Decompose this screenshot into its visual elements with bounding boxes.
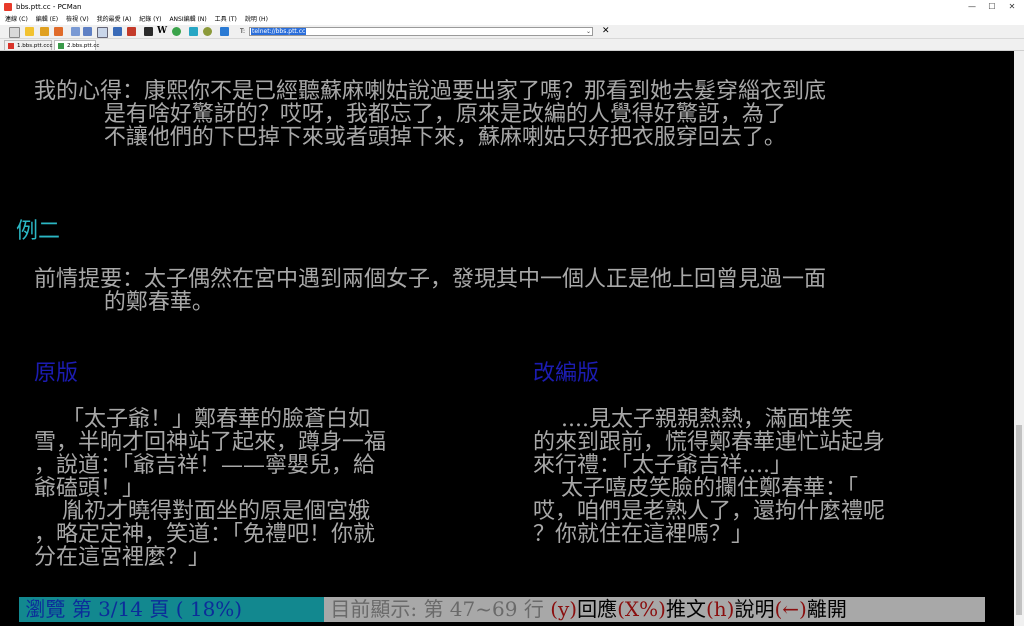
text-line: 是有啥好驚訝的？哎呀，我都忘了，原來是改編的人覺得好驚訝，為了 <box>20 102 786 127</box>
column-heading-adapted: 改編版 <box>533 361 600 386</box>
address-value: telnet://bbs.ptt.cc <box>251 28 307 35</box>
menu-bar: 連線 (C) 編輯 (E) 檢視 (V) 我的最愛 (A) 紀錄 (Y) ANS… <box>0 14 1024 25</box>
connected-icon <box>58 43 64 49</box>
settings-icon[interactable] <box>113 27 122 36</box>
plugin-icon[interactable] <box>172 27 181 36</box>
text-line: 來行禮：「太子爺吉祥....」 <box>533 453 792 478</box>
fullscreen-icon[interactable] <box>144 27 153 36</box>
menu-tools[interactable]: 工具 (T) <box>215 14 237 25</box>
gear-icon[interactable] <box>203 27 212 36</box>
push-key[interactable]: (X%) <box>617 597 666 621</box>
text-line: 太子嘻皮笑臉的攔住鄭春華：「 <box>533 476 858 501</box>
text-line: ....見太子親親熱熱，滿面堆笑 <box>533 407 853 432</box>
section-heading: 例二 <box>9 219 60 244</box>
text-line: 哎，咱們是老熟人了，還拘什麼禮呢 <box>533 499 886 524</box>
copy-icon[interactable] <box>71 27 80 36</box>
text-line: ，略定定神，笑道：「免禮吧！你就 <box>20 522 375 547</box>
maximize-button[interactable]: ☐ <box>982 0 1002 14</box>
text-line: 前情提要：太子偶然在宮中遇到兩個女子，發現其中一個人正是他上回曾見過一面 <box>20 267 826 292</box>
tab-2[interactable]: 2.bbs.ptt.cc <box>54 40 100 50</box>
help-label: 說明 <box>734 597 775 621</box>
scrollbar-thumb[interactable] <box>1016 425 1022 615</box>
leave-label: 離開 <box>806 597 847 621</box>
text-line: 不讓他們的下巴掉下來或者頭掉下來，蘇麻喇姑只好把衣服穿回去了。 <box>20 125 786 150</box>
page-indicator: 瀏覽 第 3/14 頁 ( 18%) <box>19 597 324 622</box>
status-bar: 瀏覽 第 3/14 頁 ( 18%) 目前顯示: 第 47~69 行 (y)回應… <box>19 597 985 622</box>
vertical-scrollbar[interactable] <box>1014 51 1024 626</box>
tab-bar: 1.bbs.ptt.ccc 2.bbs.ptt.cc <box>0 39 1024 51</box>
tab-label: 2.bbs.ptt.cc <box>67 43 100 49</box>
terminal-screen[interactable]: 我的心得：康熙你不是已經聽蘇麻喇姑說過要出家了嗎？那看到她去髮穿緇衣到底 是有啥… <box>0 51 1014 626</box>
paste-icon[interactable] <box>83 27 92 36</box>
window-title: bbs.ptt.cc - PCMan <box>16 3 82 11</box>
push-label: 推文 <box>665 597 706 621</box>
close-icon[interactable]: ✕ <box>602 25 610 38</box>
reply-label: 回應 <box>577 597 618 621</box>
disconnected-icon <box>8 43 14 49</box>
text-line: 的鄭春華。 <box>20 290 214 315</box>
title-bar: bbs.ptt.cc - PCMan — ☐ ✕ <box>0 0 1024 15</box>
wikipedia-icon[interactable]: W <box>157 25 167 38</box>
menu-favorites[interactable]: 我的最愛 (A) <box>97 14 132 25</box>
help-key[interactable]: (h) <box>706 597 735 621</box>
address-input[interactable]: telnet://bbs.ptt.cc ⌄ <box>249 27 593 36</box>
close-window-button[interactable]: ✕ <box>1002 0 1022 14</box>
tab-1[interactable]: 1.bbs.ptt.ccc <box>4 40 52 50</box>
ansi-color-icon[interactable] <box>127 27 136 36</box>
status-commands: 目前顯示: 第 47~69 行 (y)回應(X%)推文(h)說明(←)離開 <box>324 597 985 622</box>
menu-edit[interactable]: 編輯 (E) <box>36 14 58 25</box>
text-line: 胤礽才曉得對面坐的原是個宮娥 <box>20 499 370 524</box>
minimize-button[interactable]: — <box>962 0 982 14</box>
copy-ansi-icon[interactable] <box>97 27 108 38</box>
menu-help[interactable]: 說明 (H) <box>245 14 268 25</box>
column-heading-original: 原版 <box>20 361 78 386</box>
text-line: 「太子爺！」鄭春華的臉蒼白如 <box>20 407 370 432</box>
disconnect-icon[interactable] <box>40 27 49 36</box>
info-icon[interactable] <box>220 27 229 36</box>
line-range: 目前顯示: 第 47~69 行 <box>324 597 551 621</box>
toolbar: W T: telnet://bbs.ptt.cc ⌄ ✕ <box>0 25 1024 39</box>
menu-view[interactable]: 檢視 (V) <box>66 14 89 25</box>
reply-key[interactable]: (y) <box>550 597 577 621</box>
address-label: T: <box>240 28 246 35</box>
leave-key[interactable]: (←) <box>774 597 806 621</box>
text-line: 的來到跟前，慌得鄭春華連忙站起身 <box>533 430 886 455</box>
menu-connect[interactable]: 連線 (C) <box>5 14 28 25</box>
menu-history[interactable]: 紀錄 (Y) <box>139 14 161 25</box>
tab-label: 1.bbs.ptt.ccc <box>17 43 53 49</box>
text-line: 分在這宮裡麼？」 <box>20 545 210 570</box>
app-icon <box>4 3 12 11</box>
reconnect-icon[interactable] <box>25 27 34 36</box>
text-line: 爺磕頭！」 <box>20 476 144 501</box>
text-line: 雪，半晌才回神站了起來，蹲身一福 <box>20 430 386 455</box>
new-connection-icon[interactable] <box>9 27 20 38</box>
text-line: 我的心得：康熙你不是已經聽蘇麻喇姑說過要出家了嗎？那看到她去髮穿緇衣到底 <box>20 79 826 104</box>
menu-ansi-edit[interactable]: ANSI編輯 (N) <box>169 14 206 25</box>
monitor-icon[interactable] <box>189 27 198 36</box>
chevron-down-icon[interactable]: ⌄ <box>586 28 591 36</box>
text-line: ？你就住在這裡嗎？」 <box>533 522 754 547</box>
close-tab-icon[interactable] <box>54 27 63 36</box>
text-line: ，說道：「爺吉祥！——寧嬰兒，給 <box>20 453 375 478</box>
